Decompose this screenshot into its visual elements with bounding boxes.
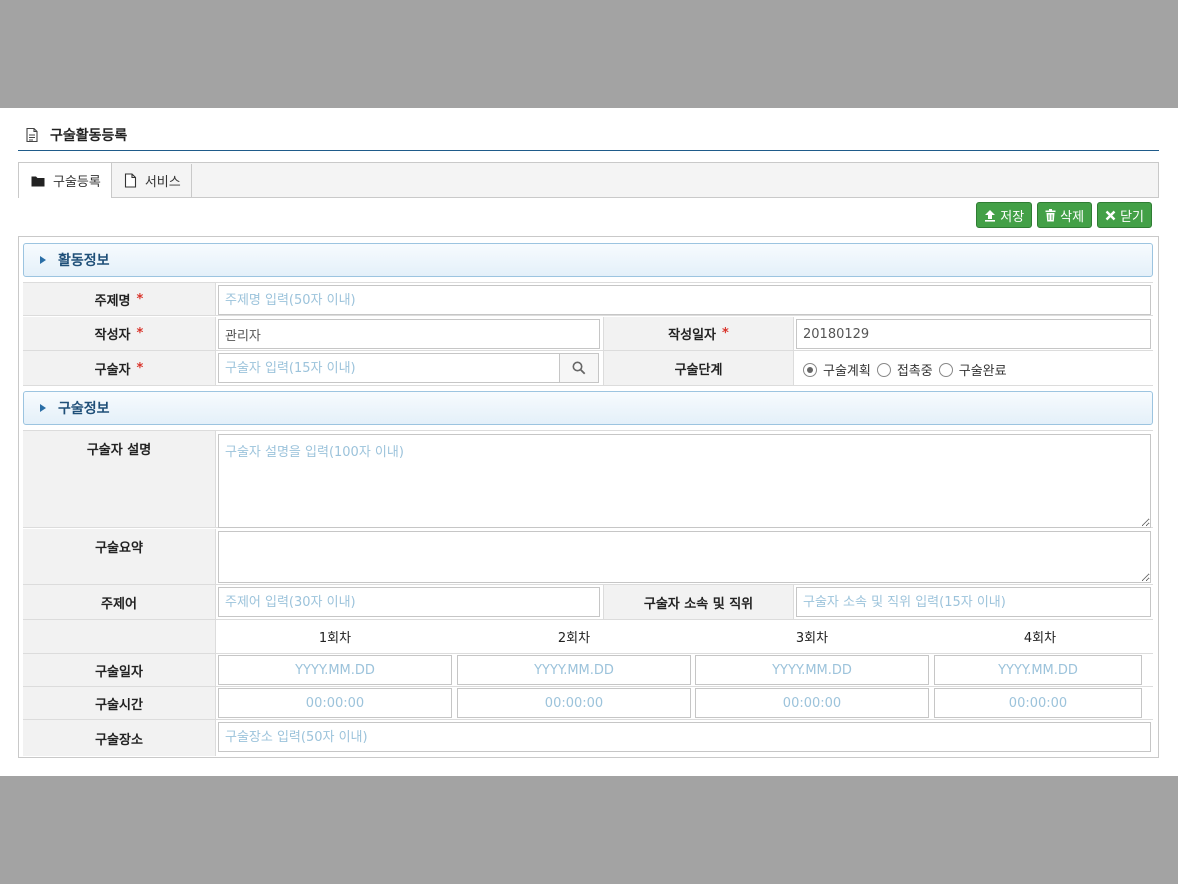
oral-time-input-3[interactable] bbox=[695, 688, 929, 718]
summary-label: 구술요약 bbox=[23, 529, 216, 584]
tab-oral-register[interactable]: 구술등록 bbox=[19, 163, 112, 198]
trash-icon bbox=[1045, 208, 1056, 221]
author-input[interactable] bbox=[218, 319, 600, 349]
oral-time-row: 구술시간 bbox=[23, 687, 1153, 720]
author-row: 작성자* 작성일자* bbox=[23, 317, 1153, 351]
radio-unchecked-icon bbox=[876, 362, 891, 377]
stage-radio-completed[interactable]: 구술완료 bbox=[938, 360, 1007, 379]
session-corner-cell bbox=[23, 620, 216, 653]
action-toolbar: 저장 삭제 닫기 bbox=[976, 202, 1152, 228]
subject-input[interactable] bbox=[218, 285, 1151, 315]
main-panel: 구술활동등록 구술등록 서비스 저장 삭제 닫기 활동정보 주제명 * 주제명 … bbox=[0, 108, 1178, 776]
oral-time-label: 구술시간 bbox=[23, 687, 216, 719]
keyword-label: 주제어 bbox=[23, 585, 216, 619]
oral-date-label: 구술일자 bbox=[23, 654, 216, 686]
close-icon bbox=[1105, 210, 1116, 220]
session-4-header: 4회차 bbox=[1023, 631, 1057, 646]
tab-bar: 구술등록 서비스 bbox=[18, 162, 1159, 198]
narrator-search-button[interactable] bbox=[559, 353, 599, 383]
stage-label: 구술단계 bbox=[603, 351, 794, 385]
author-label: 작성자 * bbox=[23, 317, 216, 350]
section-header-activity[interactable]: 활동정보 bbox=[23, 243, 1153, 277]
subject-row: 주제명 * bbox=[23, 282, 1153, 316]
page-title: 구술활동등록 bbox=[50, 128, 128, 144]
save-button[interactable]: 저장 bbox=[976, 202, 1033, 228]
affiliation-label: 구술자 소속 및 직위 bbox=[603, 585, 794, 619]
session-3-header: 3회차 bbox=[795, 631, 829, 646]
oral-time-input-4[interactable] bbox=[934, 688, 1142, 718]
radio-unchecked-icon bbox=[938, 362, 953, 377]
summary-textarea[interactable] bbox=[218, 531, 1151, 583]
oral-date-input-3[interactable] bbox=[695, 655, 929, 685]
document-icon bbox=[124, 173, 136, 188]
oral-date-input-2[interactable] bbox=[457, 655, 691, 685]
description-row: 구술자 설명 bbox=[23, 430, 1153, 528]
narrator-row: 구술자* 구술단계 구술계획 접촉중 bbox=[23, 351, 1153, 386]
document-icon bbox=[26, 127, 38, 143]
page-header: 구술활동등록 bbox=[18, 120, 1159, 151]
oral-date-input-4[interactable] bbox=[934, 655, 1142, 685]
upload-icon bbox=[985, 209, 996, 222]
affiliation-input[interactable] bbox=[796, 587, 1151, 617]
tab-label: 구술등록 bbox=[53, 175, 101, 190]
folder-icon bbox=[31, 176, 45, 186]
search-icon bbox=[572, 361, 586, 375]
keyword-input[interactable] bbox=[218, 587, 600, 617]
description-label: 구술자 설명 bbox=[23, 431, 216, 527]
form-container: 활동정보 주제명* 작성자* 작성일자* 구술자* bbox=[18, 236, 1159, 758]
oral-place-row: 구술장소 bbox=[23, 720, 1153, 756]
session-2-header: 2회차 bbox=[557, 631, 591, 646]
session-1-header: 1회차 bbox=[318, 631, 352, 646]
section-header-oral[interactable]: 구술정보 bbox=[23, 391, 1153, 425]
oral-place-label: 구술장소 bbox=[23, 720, 216, 756]
written-date-input[interactable] bbox=[796, 319, 1151, 349]
oral-place-input[interactable] bbox=[218, 722, 1151, 752]
narrator-input[interactable] bbox=[218, 353, 560, 383]
tab-service[interactable]: 서비스 bbox=[112, 164, 192, 197]
radio-checked-icon bbox=[803, 362, 817, 377]
delete-button[interactable]: 삭제 bbox=[1037, 202, 1093, 228]
written-date-label: 작성일자 * bbox=[603, 317, 794, 350]
keyword-row: 주제어 구술자 소속 및 직위 bbox=[23, 585, 1153, 620]
oral-time-input-2[interactable] bbox=[457, 688, 691, 718]
description-textarea[interactable] bbox=[218, 434, 1151, 528]
summary-row: 구술요약 bbox=[23, 529, 1153, 585]
narrator-label: 구술자 * bbox=[23, 351, 216, 385]
tab-label: 서비스 bbox=[144, 175, 181, 190]
stage-radio-contacting[interactable]: 접촉중 bbox=[876, 360, 933, 379]
caret-right-icon bbox=[40, 404, 46, 412]
subject-label: 주제명 * bbox=[23, 283, 216, 315]
oral-time-input-1[interactable] bbox=[218, 688, 452, 718]
oral-date-input-1[interactable] bbox=[218, 655, 452, 685]
caret-right-icon bbox=[40, 256, 46, 264]
stage-radio-planned[interactable]: 구술계획 bbox=[803, 360, 871, 379]
oral-date-row: 구술일자 bbox=[23, 654, 1153, 687]
session-header-row: 1회차 2회차 3회차 4회차 bbox=[23, 620, 1153, 654]
stage-radio-group: 구술계획 접촉중 구술완료 bbox=[803, 360, 1007, 379]
close-button[interactable]: 닫기 bbox=[1097, 202, 1152, 228]
